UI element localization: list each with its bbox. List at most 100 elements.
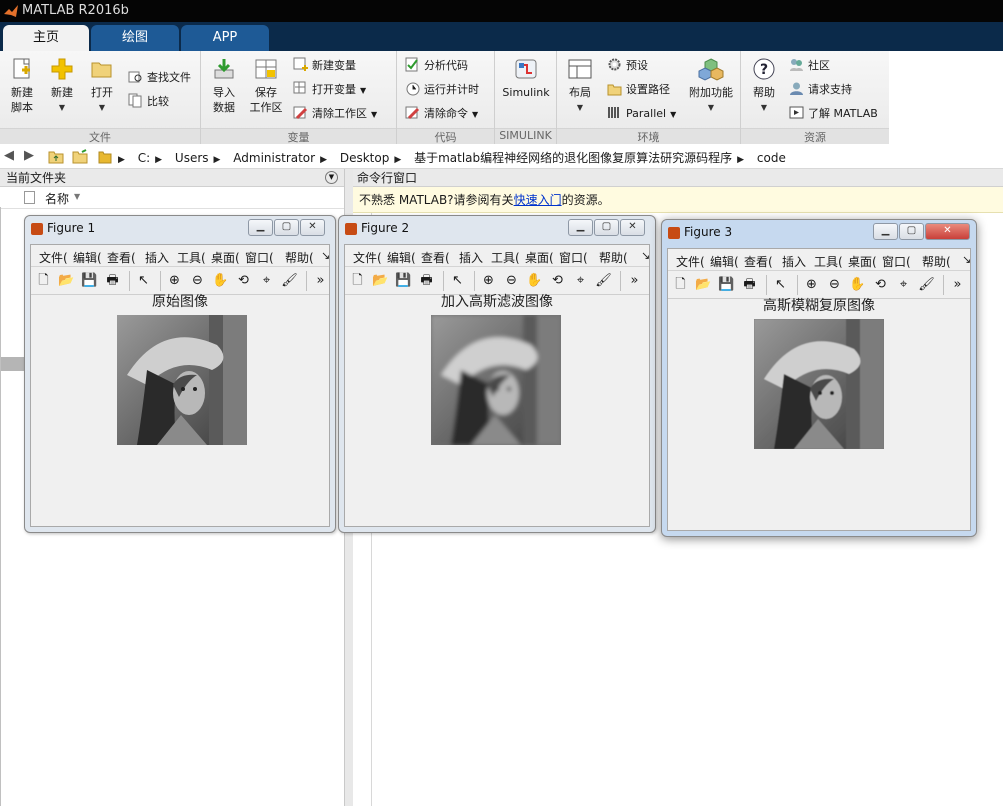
clear-commands-button[interactable]: 清除命令 ▼ <box>405 105 478 123</box>
axes-image[interactable] <box>754 319 884 449</box>
figure-window[interactable]: Figure 1 ▁▢✕ 文件(编辑(查看(插入工具(桌面(窗口(帮助(↘ 🗋 📂 💾 🖶 ↖… <box>24 215 336 533</box>
new-script-button[interactable]: 新建 脚本 <box>4 57 40 115</box>
figure-menu-item[interactable]: 编辑( <box>387 249 416 266</box>
axes-image[interactable] <box>431 315 561 445</box>
save-icon[interactable]: 💾 <box>395 272 412 289</box>
figure-menu-item[interactable]: 文件( <box>39 249 68 266</box>
figure-menu-item[interactable]: 编辑( <box>710 253 739 270</box>
name-column-header[interactable]: 名称 <box>45 190 69 207</box>
rotate-3d-icon[interactable]: ⟲ <box>872 276 889 293</box>
more-tools-icon[interactable]: » <box>949 276 966 293</box>
import-data-button[interactable]: 导入 数据 <box>205 57 243 115</box>
figure-menu-item[interactable]: 帮助( <box>285 249 314 266</box>
print-icon[interactable]: 🖶 <box>418 272 435 289</box>
figure-menu-item[interactable]: 工具( <box>491 249 520 266</box>
data-cursor-icon[interactable]: ⌖ <box>895 276 912 293</box>
zoom-out-icon[interactable]: ⊖ <box>826 276 843 293</box>
figure-menu-item[interactable]: 桌面( <box>848 253 877 270</box>
set-path-button[interactable]: 设置路径 <box>607 81 670 99</box>
minimize-button[interactable]: ▁ <box>248 219 273 236</box>
save-workspace-button[interactable]: 保存 工作区 <box>245 57 287 115</box>
open-folder-icon[interactable]: 📂 <box>58 272 75 289</box>
rotate-3d-icon[interactable]: ⟲ <box>549 272 566 289</box>
figure-menu-item[interactable]: 插入 <box>145 249 169 266</box>
data-cursor-icon[interactable]: ⌖ <box>572 272 589 289</box>
preferences-button[interactable]: 预设 <box>607 57 648 75</box>
print-icon[interactable]: 🖶 <box>104 272 121 289</box>
community-button[interactable]: 社区 <box>789 57 830 75</box>
pan-hand-icon[interactable]: ✋ <box>526 272 543 289</box>
pan-hand-icon[interactable]: ✋ <box>212 272 229 289</box>
figure-menu-item[interactable]: 帮助( <box>599 249 628 266</box>
new-file-icon[interactable]: 🗋 <box>672 276 689 293</box>
breadcrumb-item[interactable]: Users <box>175 151 209 165</box>
analyze-code-button[interactable]: 分析代码 <box>405 57 468 75</box>
close-button[interactable]: ✕ <box>925 223 970 240</box>
find-files-button[interactable]: 查找文件 <box>128 69 191 87</box>
zoom-out-icon[interactable]: ⊖ <box>503 272 520 289</box>
print-icon[interactable]: 🖶 <box>741 276 758 293</box>
data-cursor-icon[interactable]: ⌖ <box>258 272 275 289</box>
figure-menu-item[interactable]: 查看( <box>421 249 450 266</box>
folder-up-icon[interactable] <box>48 149 64 164</box>
open-variable-button[interactable]: 打开变量 ▼ <box>293 81 366 99</box>
breadcrumb-item[interactable]: C: <box>138 151 150 165</box>
run-and-time-button[interactable]: 运行并计时 <box>405 81 479 99</box>
request-support-button[interactable]: 请求支持 <box>789 81 852 99</box>
maximize-button[interactable]: ▢ <box>274 219 299 236</box>
tab-home[interactable]: 主页 <box>3 25 89 51</box>
new-file-icon[interactable]: 🗋 <box>349 272 366 289</box>
breadcrumb-item[interactable]: Administrator <box>233 151 315 165</box>
brush-icon[interactable]: 🖌 <box>918 276 935 293</box>
save-icon[interactable]: 💾 <box>718 276 735 293</box>
breadcrumb-item[interactable]: code <box>757 151 786 165</box>
menu-overflow-icon[interactable]: ↘ <box>321 249 329 262</box>
panel-menu-icon[interactable]: ▼ <box>325 171 338 184</box>
zoom-in-icon[interactable]: ⊕ <box>480 272 497 289</box>
new-button[interactable]: 新建 ▼ <box>44 57 80 115</box>
figure-menu-item[interactable]: 文件( <box>676 253 705 270</box>
simulink-button[interactable]: Simulink <box>499 57 553 100</box>
menu-overflow-icon[interactable]: ↘ <box>962 253 970 266</box>
layout-button[interactable]: 布局 ▼ <box>563 57 597 115</box>
browse-folder-icon[interactable] <box>72 149 88 164</box>
figure-window[interactable]: Figure 2 ▁▢✕ 文件(编辑(查看(插入工具(桌面(窗口(帮助(↘ 🗋 📂 💾 🖶 ↖… <box>338 215 656 533</box>
open-button[interactable]: 打开 ▼ <box>84 57 120 115</box>
figure-menu-item[interactable]: 桌面( <box>211 249 240 266</box>
rotate-3d-icon[interactable]: ⟲ <box>235 272 252 289</box>
tab-apps[interactable]: APP <box>181 25 269 51</box>
figure-window[interactable]: Figure 3 ▁▢✕ 文件(编辑(查看(插入工具(桌面(窗口(帮助(↘ 🗋 📂 💾 🖶 ↖… <box>661 219 977 537</box>
figure-menu-item[interactable]: 窗口( <box>882 253 911 270</box>
getting-started-link[interactable]: 快速入门 <box>514 193 562 207</box>
figure-menu-item[interactable]: 桌面( <box>525 249 554 266</box>
back-arrow-icon[interactable]: ◀ <box>4 148 14 163</box>
figure-menu-item[interactable]: 窗口( <box>559 249 588 266</box>
open-folder-icon[interactable]: 📂 <box>372 272 389 289</box>
figure-menu-item[interactable]: 文件( <box>353 249 382 266</box>
close-button[interactable]: ✕ <box>300 219 325 236</box>
select-arrow-icon[interactable]: ↖ <box>135 272 152 289</box>
figure-menu-item[interactable]: 编辑( <box>73 249 102 266</box>
open-folder-icon[interactable]: 📂 <box>695 276 712 293</box>
add-ons-button[interactable]: 附加功能 ▼ <box>685 57 737 115</box>
breadcrumb-item[interactable]: Desktop <box>340 151 390 165</box>
minimize-button[interactable]: ▁ <box>873 223 898 240</box>
figure-menu-item[interactable]: 查看( <box>744 253 773 270</box>
save-icon[interactable]: 💾 <box>81 272 98 289</box>
zoom-in-icon[interactable]: ⊕ <box>803 276 820 293</box>
close-button[interactable]: ✕ <box>620 219 645 236</box>
maximize-button[interactable]: ▢ <box>899 223 924 240</box>
tab-plots[interactable]: 绘图 <box>91 25 179 51</box>
forward-arrow-icon[interactable]: ▶ <box>24 148 34 163</box>
zoom-in-icon[interactable]: ⊕ <box>166 272 183 289</box>
select-arrow-icon[interactable]: ↖ <box>449 272 466 289</box>
compare-button[interactable]: 比较 <box>128 93 169 111</box>
minimize-button[interactable]: ▁ <box>568 219 593 236</box>
pan-hand-icon[interactable]: ✋ <box>849 276 866 293</box>
new-file-icon[interactable]: 🗋 <box>35 272 52 289</box>
axes-image[interactable] <box>117 315 247 445</box>
parallel-button[interactable]: Parallel ▼ <box>607 105 676 123</box>
select-arrow-icon[interactable]: ↖ <box>772 276 789 293</box>
zoom-out-icon[interactable]: ⊖ <box>189 272 206 289</box>
menu-overflow-icon[interactable]: ↘ <box>641 249 649 262</box>
